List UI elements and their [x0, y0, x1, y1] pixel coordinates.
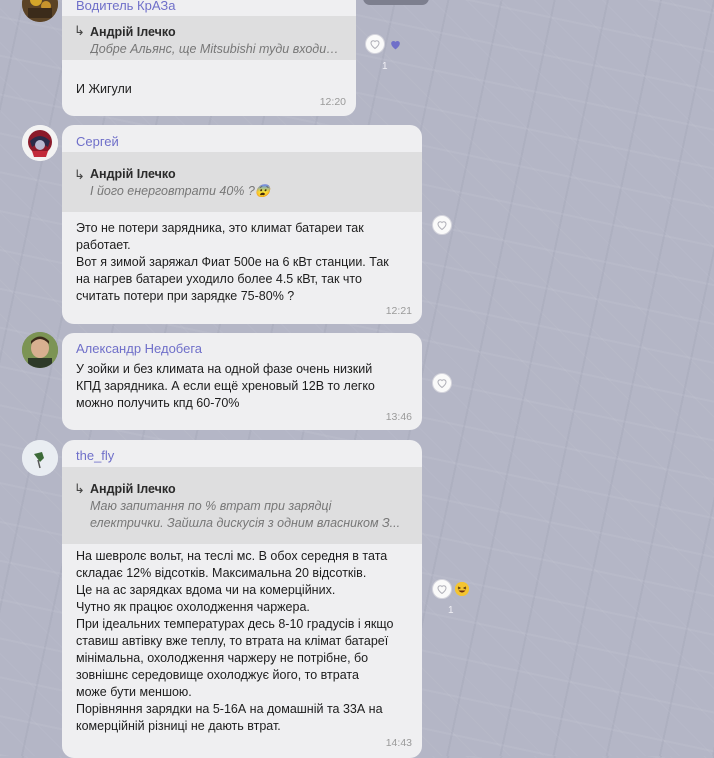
avatar[interactable]: [22, 125, 58, 161]
avatar-image: [22, 0, 58, 22]
avatar[interactable]: [22, 332, 58, 368]
avatar-image: [22, 440, 58, 476]
sender-name[interactable]: Сергей: [76, 134, 119, 149]
like-button[interactable]: [432, 579, 452, 599]
message-time: 12:20: [319, 96, 346, 108]
heart-outline-icon: [437, 221, 447, 231]
heart-outline-icon: [437, 379, 447, 389]
message-bubble[interactable]: Сергей ↳ Андрій Ілечко І його енерговтра…: [62, 125, 422, 324]
message-text: И Жигули: [76, 82, 132, 96]
reply-text: Маю запитання по % втрат при зарядці еле…: [90, 499, 401, 530]
reaction-count: 1: [448, 605, 454, 616]
purple-heart-icon[interactable]: [388, 37, 402, 51]
reply-quote[interactable]: ↳ Андрій Ілечко Маю запитання по % втрат…: [62, 467, 422, 544]
reply-quote[interactable]: ↳ Андрій Ілечко І його енерговтрати 40% …: [62, 152, 422, 212]
reaction-count: 1: [382, 61, 388, 72]
message-bubble[interactable]: Водитель КрАЗа ↳ Андрій Ілечко Добре Аль…: [62, 0, 356, 116]
reply-author: Андрій Ілечко: [90, 167, 176, 181]
reply-author: Андрій Ілечко: [90, 25, 176, 39]
like-button[interactable]: [432, 215, 452, 235]
like-button[interactable]: [432, 373, 452, 393]
avatar[interactable]: [22, 440, 58, 476]
message-text: У зойки и без климата на одной фазе очен…: [76, 362, 375, 410]
reply-arrow-icon: ↳: [74, 167, 85, 182]
heart-outline-icon: [437, 585, 447, 595]
scroll-indicator[interactable]: [363, 0, 429, 5]
message-bubble[interactable]: the_fly ↳ Андрій Ілечко Маю запитання по…: [62, 440, 422, 758]
like-button[interactable]: [365, 34, 385, 54]
message-time: 12:21: [385, 305, 412, 317]
reply-arrow-icon: ↳: [74, 23, 85, 38]
message-text: На шевролє вольт, на теслі мс. В обох се…: [76, 549, 394, 733]
reply-author: Андрій Ілечко: [90, 482, 176, 496]
heart-outline-icon: [370, 40, 380, 50]
message-time: 14:43: [385, 737, 412, 749]
message-text: Это не потери зарядника, это климат бата…: [76, 221, 389, 303]
message-bubble[interactable]: Александр Недобега У зойки и без климата…: [62, 333, 422, 430]
avatar-image: [22, 332, 58, 368]
avatar-image: [22, 125, 58, 161]
reply-quote[interactable]: ↳ Андрій Ілечко Добре Альянс, ще Mitsubi…: [62, 16, 356, 60]
avatar[interactable]: [22, 0, 58, 22]
sender-name[interactable]: Александр Недобега: [76, 341, 202, 356]
reply-text: Добре Альянс, ще Mitsubishi туди входить: [90, 42, 342, 56]
laughing-emoji-icon[interactable]: [455, 582, 469, 596]
reply-text: І його енерговтрати 40% ?😨: [90, 184, 271, 198]
message-time: 13:46: [385, 411, 412, 423]
sender-name[interactable]: Водитель КрАЗа: [76, 0, 175, 13]
reply-arrow-icon: ↳: [74, 481, 85, 496]
sender-name[interactable]: the_fly: [76, 448, 114, 463]
